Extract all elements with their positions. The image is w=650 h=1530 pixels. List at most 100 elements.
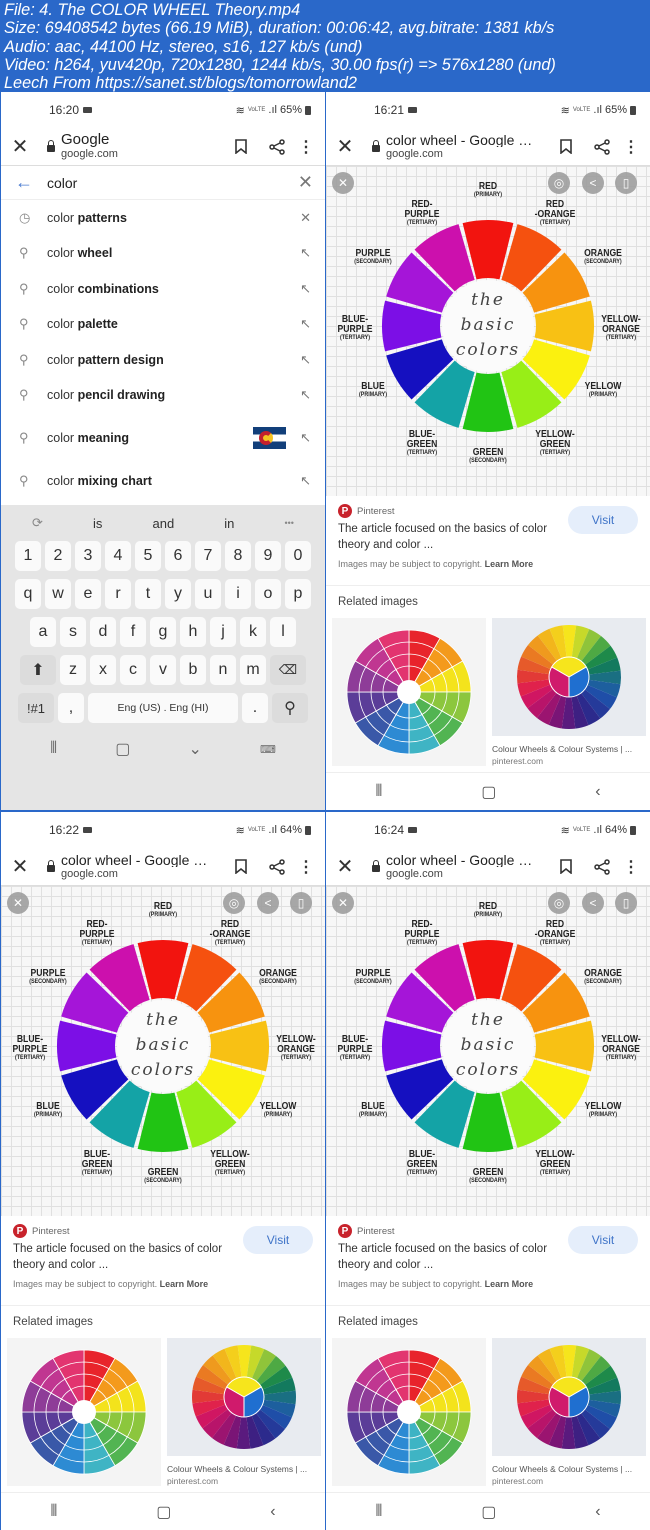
learn-more-link[interactable]: Learn More (160, 1279, 209, 1289)
bookmark-button[interactable] (548, 859, 584, 874)
key-d[interactable]: d (90, 617, 116, 647)
recent-apps-button[interactable]: ⦀ (50, 1503, 57, 1521)
bookmark-button[interactable] (223, 859, 259, 874)
save-image-button[interactable]: ▯ (615, 892, 637, 914)
more-menu-button[interactable]: ⋮ (295, 857, 317, 877)
page-title-area[interactable]: Google google.com (61, 133, 223, 161)
more-menu-button[interactable]: ⋮ (295, 137, 317, 157)
clear-search-button[interactable]: ✕ (298, 172, 313, 193)
share-button[interactable] (259, 858, 295, 875)
key-v[interactable]: v (150, 655, 176, 685)
key-x[interactable]: x (90, 655, 116, 685)
share-image-button[interactable]: < (257, 892, 279, 914)
lens-button[interactable]: ◎ (223, 892, 245, 914)
related-image-thumb[interactable] (7, 1338, 161, 1486)
remove-suggestion-icon[interactable]: ✕ (300, 210, 311, 226)
related-image-thumb[interactable] (492, 1338, 646, 1456)
related-image-item[interactable]: How To Use The Color Wheel For Y... (332, 618, 486, 781)
suggestion-item[interactable]: ⚲ color wheel ↖ (1, 236, 325, 272)
back-button[interactable]: ‹ (595, 783, 600, 801)
key-z[interactable]: z (60, 655, 86, 685)
key-g[interactable]: g (150, 617, 176, 647)
key-l[interactable]: l (270, 617, 296, 647)
bookmark-button[interactable] (223, 139, 259, 154)
fill-query-arrow-icon[interactable]: ↖ (300, 245, 311, 261)
share-image-button[interactable]: < (582, 172, 604, 194)
related-image-item[interactable]: How To Use The Color Wheel For Y... (332, 1338, 486, 1501)
suggestion-item[interactable]: ◷ color patterns ✕ (1, 200, 325, 236)
key-r[interactable]: r (105, 579, 131, 609)
suggestion-item[interactable]: ⚲ color pattern design ↖ (1, 342, 325, 378)
related-image-item[interactable]: Colour Wheels & Colour Systems | ... pin… (492, 1338, 646, 1501)
key-b[interactable]: b (180, 655, 206, 685)
share-button[interactable] (584, 858, 620, 875)
close-tab-button[interactable]: ✕ (334, 134, 356, 159)
suggestion-item[interactable]: ⚲ color combinations ↖ (1, 271, 325, 307)
keyboard-more-button[interactable]: ••• (284, 518, 293, 528)
key-f[interactable]: f (120, 617, 146, 647)
key-8[interactable]: 8 (225, 541, 251, 571)
close-preview-button[interactable]: ✕ (332, 172, 354, 194)
key-s[interactable]: s (60, 617, 86, 647)
related-image-item[interactable]: How To Use The Color Wheel For Y... (7, 1338, 161, 1501)
visit-button[interactable]: Visit (568, 506, 638, 534)
back-button[interactable]: ‹ (270, 1503, 275, 1521)
recent-apps-button[interactable]: ⦀ (375, 783, 382, 801)
key-n[interactable]: n (210, 655, 236, 685)
key-u[interactable]: u (195, 579, 221, 609)
key-o[interactable]: o (255, 579, 281, 609)
save-image-button[interactable]: ▯ (615, 172, 637, 194)
share-button[interactable] (584, 138, 620, 155)
home-button[interactable]: ▢ (156, 1502, 171, 1522)
related-image-thumb[interactable] (167, 1338, 321, 1456)
key-e[interactable]: e (75, 579, 101, 609)
key-k[interactable]: k (240, 617, 266, 647)
home-button[interactable]: ▢ (481, 1502, 496, 1522)
suggestion-item[interactable]: ⚲ color pencil drawing ↖ (1, 378, 325, 414)
fill-query-arrow-icon[interactable]: ↖ (300, 430, 311, 446)
more-menu-button[interactable]: ⋮ (620, 137, 642, 157)
key-a[interactable]: a (30, 617, 56, 647)
close-preview-button[interactable]: ✕ (332, 892, 354, 914)
suggestion-item[interactable]: ⚲ color mixing chart ↖ (1, 463, 325, 499)
close-tab-button[interactable]: ✕ (9, 134, 31, 159)
page-title-area[interactable]: color wheel - Google S... google.com (386, 853, 548, 881)
key-t[interactable]: t (135, 579, 161, 609)
keyboard-suggestion[interactable]: in (224, 516, 234, 531)
shift-key[interactable]: ⬆ (20, 655, 56, 685)
key-6[interactable]: 6 (165, 541, 191, 571)
search-input[interactable]: color (47, 175, 298, 191)
key-0[interactable]: 0 (285, 541, 311, 571)
share-image-button[interactable]: < (582, 892, 604, 914)
keyboard-suggestion[interactable]: is (93, 516, 102, 531)
key-5[interactable]: 5 (135, 541, 161, 571)
key-j[interactable]: j (210, 617, 236, 647)
backspace-key[interactable]: ⌫ (270, 655, 306, 685)
suggestion-item[interactable]: ⚲ color palette ↖ (1, 307, 325, 343)
close-preview-button[interactable]: ✕ (7, 892, 29, 914)
key-h[interactable]: h (180, 617, 206, 647)
fill-query-arrow-icon[interactable]: ↖ (300, 316, 311, 332)
lens-button[interactable]: ◎ (548, 172, 570, 194)
learn-more-link[interactable]: Learn More (485, 1279, 534, 1289)
key-m[interactable]: m (240, 655, 266, 685)
keyboard-suggestion[interactable]: and (152, 516, 174, 531)
suggestion-item[interactable]: ⚲ color meaning ↖ (1, 413, 325, 463)
home-button[interactable]: ▢ (115, 739, 130, 759)
symbols-key[interactable]: !#1 (18, 693, 54, 723)
close-tab-button[interactable]: ✕ (334, 854, 356, 879)
key-4[interactable]: 4 (105, 541, 131, 571)
page-title-area[interactable]: color wheel - Google S... google.com (61, 853, 223, 881)
recent-apps-button[interactable]: ⦀ (50, 740, 57, 758)
key-q[interactable]: q (15, 579, 41, 609)
key-1[interactable]: 1 (15, 541, 41, 571)
save-image-button[interactable]: ▯ (290, 892, 312, 914)
related-image-thumb[interactable] (332, 1338, 486, 1486)
related-image-thumb[interactable] (332, 618, 486, 766)
image-preview[interactable]: ✕ ◎ < ▯ RED (PRIMARY) RED -ORANGE (TERTIARY… (326, 166, 650, 496)
key-p[interactable]: p (285, 579, 311, 609)
fill-query-arrow-icon[interactable]: ↖ (300, 387, 311, 403)
bookmark-button[interactable] (548, 139, 584, 154)
key-w[interactable]: w (45, 579, 71, 609)
key-2[interactable]: 2 (45, 541, 71, 571)
